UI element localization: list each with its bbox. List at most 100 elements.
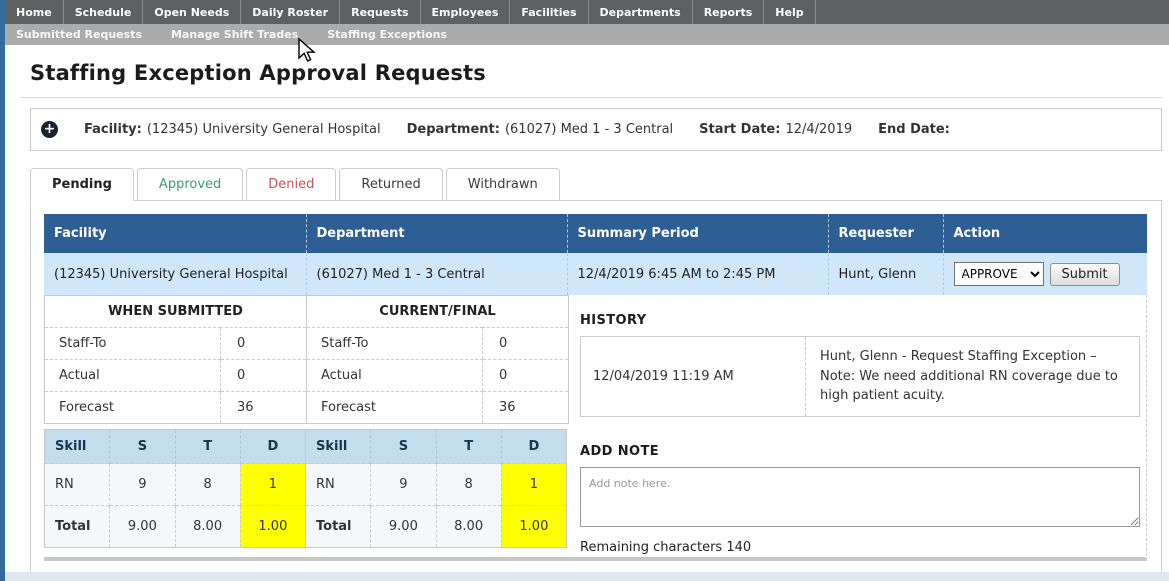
- metric-label: Forecast: [45, 392, 221, 424]
- subnav-item-submitted-requests[interactable]: Submitted Requests: [5, 24, 153, 45]
- metric-value: 0: [221, 360, 307, 392]
- skill-t-value: 8: [436, 464, 501, 506]
- skill-name: RN: [306, 464, 371, 506]
- action-select[interactable]: APPROVE: [954, 262, 1044, 286]
- metric-label: Staff-To: [45, 328, 221, 360]
- tab-pending[interactable]: Pending: [30, 168, 134, 201]
- total-s-value: 9.00: [110, 506, 175, 548]
- when-submitted-title: WHEN SUBMITTED: [45, 296, 307, 328]
- metric-value: 36: [221, 392, 307, 424]
- history-table: 12/04/2019 11:19 AM Hunt, Glenn - Reques…: [580, 336, 1140, 417]
- skill-s-value: 9: [110, 464, 175, 506]
- skill-row-rn: RN 9 8 1: [45, 464, 306, 506]
- page-title: Staffing Exception Approval Requests: [30, 61, 1169, 85]
- skill-total-row: Total 9.00 8.00 1.00: [306, 506, 567, 548]
- submit-button[interactable]: Submit: [1050, 263, 1120, 286]
- add-note-title: ADD NOTE: [580, 444, 1140, 459]
- nav-item-home[interactable]: Home: [5, 0, 64, 24]
- nav-item-schedule[interactable]: Schedule: [64, 0, 144, 24]
- filter-department: Department: (61027) Med 1 - 3 Central: [407, 122, 674, 137]
- nav-item-daily-roster[interactable]: Daily Roster: [241, 0, 340, 24]
- subnav-item-staffing-exceptions[interactable]: Staffing Exceptions: [316, 24, 458, 45]
- metric-value: 36: [483, 392, 569, 424]
- total-label: Total: [45, 506, 110, 548]
- nav-item-help[interactable]: Help: [764, 0, 815, 24]
- history-note: Hunt, Glenn - Request Staffing Exception…: [806, 337, 1140, 417]
- filter-facility: Facility: (12345) University General Hos…: [84, 122, 381, 137]
- total-d-value-highlighted: 1.00: [240, 506, 305, 548]
- current-final-skill-table: Skill S T D RN 9 8 1 Total 9.00 8.00: [305, 429, 567, 548]
- deficit-header: D: [501, 430, 566, 464]
- scheduled-header: S: [110, 430, 175, 464]
- target-header: T: [175, 430, 240, 464]
- remaining-characters-text: Remaining characters 140: [580, 540, 1140, 555]
- nav-item-requests[interactable]: Requests: [340, 0, 420, 24]
- metric-label: Staff-To: [307, 328, 483, 360]
- add-note-textarea[interactable]: [580, 467, 1140, 527]
- header-requester: Requester: [828, 214, 943, 253]
- history-and-note-section: HISTORY 12/04/2019 11:19 AM Hunt, Glenn …: [580, 295, 1146, 555]
- metric-value: 0: [221, 328, 307, 360]
- filter-end-date: End Date:: [878, 122, 955, 137]
- metric-label: Actual: [307, 360, 483, 392]
- target-header: T: [436, 430, 501, 464]
- header-action: Action: [943, 214, 1147, 253]
- request-table-row: (12345) University General Hospital (610…: [44, 253, 1147, 295]
- page-bottom-band: [0, 572, 1169, 581]
- cell-requester: Hunt, Glenn: [828, 253, 943, 295]
- plus-circle-icon[interactable]: [41, 121, 58, 138]
- total-s-value: 9.00: [371, 506, 436, 548]
- filter-bar: Facility: (12345) University General Hos…: [30, 108, 1162, 151]
- when-submitted-skill-table: Skill S T D RN 9 8 1 Total 9.00 8.00: [44, 429, 306, 548]
- current-final-title: CURRENT/FINAL: [307, 296, 569, 328]
- nav-item-departments[interactable]: Departments: [589, 0, 693, 24]
- status-tabs: Pending Approved Denied Returned Withdra…: [30, 168, 1169, 200]
- staffing-summary-tables: WHEN SUBMITTED Staff-To 0 Actual 0 Forec…: [44, 295, 568, 548]
- nav-item-employees[interactable]: Employees: [421, 0, 511, 24]
- tab-approved[interactable]: Approved: [137, 168, 243, 201]
- start-date-label: Start Date:: [699, 122, 780, 137]
- tab-returned[interactable]: Returned: [339, 168, 442, 201]
- history-timestamp: 12/04/2019 11:19 AM: [581, 337, 806, 417]
- total-t-value: 8.00: [175, 506, 240, 548]
- cell-department: (61027) Med 1 - 3 Central: [306, 253, 567, 295]
- skill-s-value: 9: [371, 464, 436, 506]
- tab-denied[interactable]: Denied: [246, 168, 336, 201]
- current-final-metrics-table: CURRENT/FINAL Staff-To 0 Actual 0 Foreca…: [306, 295, 569, 424]
- main-nav: Home Schedule Open Needs Daily Roster Re…: [5, 0, 1169, 24]
- total-d-value-highlighted: 1.00: [501, 506, 566, 548]
- header-summary-period: Summary Period: [567, 214, 828, 253]
- facility-value: (12345) University General Hospital: [147, 122, 381, 137]
- skill-d-value-highlighted: 1: [501, 464, 566, 506]
- cell-facility: (12345) University General Hospital: [44, 253, 306, 295]
- filter-start-date: Start Date: 12/4/2019: [699, 122, 852, 137]
- header-department: Department: [306, 214, 567, 253]
- deficit-header: D: [240, 430, 305, 464]
- secondary-nav: Submitted Requests Manage Shift Trades S…: [5, 24, 1169, 45]
- history-entry: 12/04/2019 11:19 AM Hunt, Glenn - Reques…: [581, 337, 1140, 417]
- end-date-label: End Date:: [878, 122, 950, 137]
- skill-header: Skill: [45, 430, 110, 464]
- page-left-accent-strip: [0, 0, 5, 581]
- subnav-item-manage-shift-trades[interactable]: Manage Shift Trades: [160, 24, 309, 45]
- skill-row-rn: RN 9 8 1: [306, 464, 567, 506]
- nav-item-facilities[interactable]: Facilities: [510, 0, 588, 24]
- title-divider: [20, 97, 1162, 98]
- skill-header: Skill: [306, 430, 371, 464]
- tab-withdrawn[interactable]: Withdrawn: [446, 168, 560, 201]
- add-note-section: ADD NOTE Remaining characters 140: [580, 444, 1140, 555]
- skill-t-value: 8: [175, 464, 240, 506]
- skill-name: RN: [45, 464, 110, 506]
- request-table: Facility Department Summary Period Reque…: [44, 214, 1147, 295]
- scheduled-header: S: [371, 430, 436, 464]
- nav-item-reports[interactable]: Reports: [693, 0, 765, 24]
- header-facility: Facility: [44, 214, 306, 253]
- action-cell: APPROVE Submit: [954, 262, 1138, 286]
- skill-d-value-highlighted: 1: [240, 464, 305, 506]
- metric-label: Forecast: [307, 392, 483, 424]
- metric-label: Actual: [45, 360, 221, 392]
- department-label: Department:: [407, 122, 500, 137]
- request-table-header-row: Facility Department Summary Period Reque…: [44, 214, 1147, 253]
- metric-value: 0: [483, 328, 569, 360]
- nav-item-open-needs[interactable]: Open Needs: [143, 0, 241, 24]
